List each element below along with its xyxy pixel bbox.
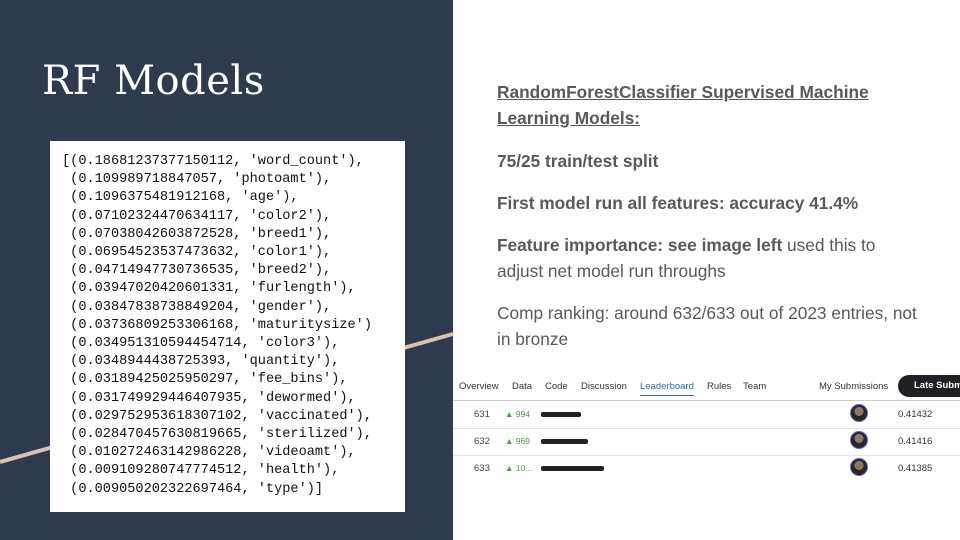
feature-importance-line: (0.03495131059445471​4, 'color3'), xyxy=(62,336,340,352)
tab-overview[interactable]: Overview xyxy=(459,381,499,392)
avatar[interactable] xyxy=(850,431,868,449)
notes-heading: RandomForestClassifier Supervised Machin… xyxy=(497,82,869,128)
score-value: 0.41432 xyxy=(898,409,933,420)
feature-importance-line: (0.0348944438725393, 'quantity'), xyxy=(62,354,340,370)
team-name-redacted xyxy=(541,412,581,417)
feature-importance-line: (0.03947020420601331, 'furlength'), xyxy=(62,281,356,297)
rank-value: 631 xyxy=(474,409,490,420)
feature-importance-note: Feature importance: see image left used … xyxy=(497,232,917,284)
feature-importance-line: (0.07102324470634117, 'color2'), xyxy=(62,208,332,224)
first-model-note: First model run all features: accuracy 4… xyxy=(497,193,859,213)
tab-rules[interactable]: Rules xyxy=(707,381,731,392)
feature-importance-line: (0.109989718847057, 'photoamt'), xyxy=(62,172,332,188)
team-name-redacted xyxy=(541,466,604,471)
feature-importance-line: (0.03847838738849204, 'gender'), xyxy=(62,299,332,315)
feature-importance-line: (0.04714947730736535, 'breed2'), xyxy=(62,263,332,279)
feature-importance-line: (0.07038042603872528, 'breed1'), xyxy=(62,226,332,242)
feature-importance-line: (0.029752953618307102, 'vaccinated'), xyxy=(62,408,372,424)
feature-importance-line: (0.009109280747774512, 'health'), xyxy=(62,463,340,479)
tab-data[interactable]: Data xyxy=(512,381,532,392)
feature-importance-line: (0.028470457630819665, 'sterilized'), xyxy=(62,427,372,443)
feature-importance-line: (0.06954523537473632, 'color1'), xyxy=(62,245,332,261)
team-name-redacted xyxy=(541,439,588,444)
feature-importance-image: [(0.18681237377150112, 'word_count'), (0… xyxy=(50,141,405,512)
rank-value: 632 xyxy=(474,436,490,447)
rank-value: 633 xyxy=(474,463,490,474)
ranking-note: Comp ranking: around 632/633 out of 2023… xyxy=(497,303,917,349)
feature-importance-line: (0.03189425025950297, 'fee_bins'), xyxy=(62,372,348,388)
my-submissions-link[interactable]: My Submissions xyxy=(819,381,888,392)
feature-importance-line: (0.009050202322697464, 'type')] xyxy=(62,481,324,497)
feature-importance-line: (0.03736809253306168, 'maturitysize') xyxy=(62,317,372,333)
tab-team[interactable]: Team xyxy=(743,381,766,392)
late-submission-button[interactable]: Late Submi xyxy=(898,375,960,397)
avatar[interactable] xyxy=(850,458,868,476)
feature-importance-line: (0.031749929446407935, 'dewormed'), xyxy=(62,390,356,406)
slide-title: RF Models xyxy=(42,58,265,104)
leaderboard-nav: Overview Data Code Discussion Leaderboar… xyxy=(453,372,960,401)
score-value: 0.41416 xyxy=(898,436,933,447)
feature-importance-note-bold: Feature importance: see image left xyxy=(497,235,783,255)
score-value: 0.41385 xyxy=(898,463,933,474)
tab-leaderboard[interactable]: Leaderboard xyxy=(640,381,694,396)
leaderboard-row: 633 ▲ 10... 0.41385 xyxy=(453,455,960,482)
feature-importance-line: [(0.18681237377150112, 'word_count'), xyxy=(62,154,364,169)
rank-change: ▲ 994 xyxy=(505,409,530,419)
leaderboard-row: 631 ▲ 994 0.41432 xyxy=(453,401,960,429)
rank-change: ▲ 10... xyxy=(505,463,533,473)
feature-importance-line: (0.010272463142986228, 'videoamt'), xyxy=(62,445,356,461)
tab-discussion[interactable]: Discussion xyxy=(581,381,627,392)
avatar[interactable] xyxy=(850,404,868,422)
leaderboard-row: 632 ▲ 969 0.41416 xyxy=(453,428,960,456)
split-note: 75/25 train/test split xyxy=(497,151,659,171)
leaderboard-screenshot: Overview Data Code Discussion Leaderboar… xyxy=(453,372,960,482)
tab-code[interactable]: Code xyxy=(545,381,568,392)
feature-importance-line: (0.1096375481912168, 'age'), xyxy=(62,190,299,206)
rank-change: ▲ 969 xyxy=(505,436,530,446)
